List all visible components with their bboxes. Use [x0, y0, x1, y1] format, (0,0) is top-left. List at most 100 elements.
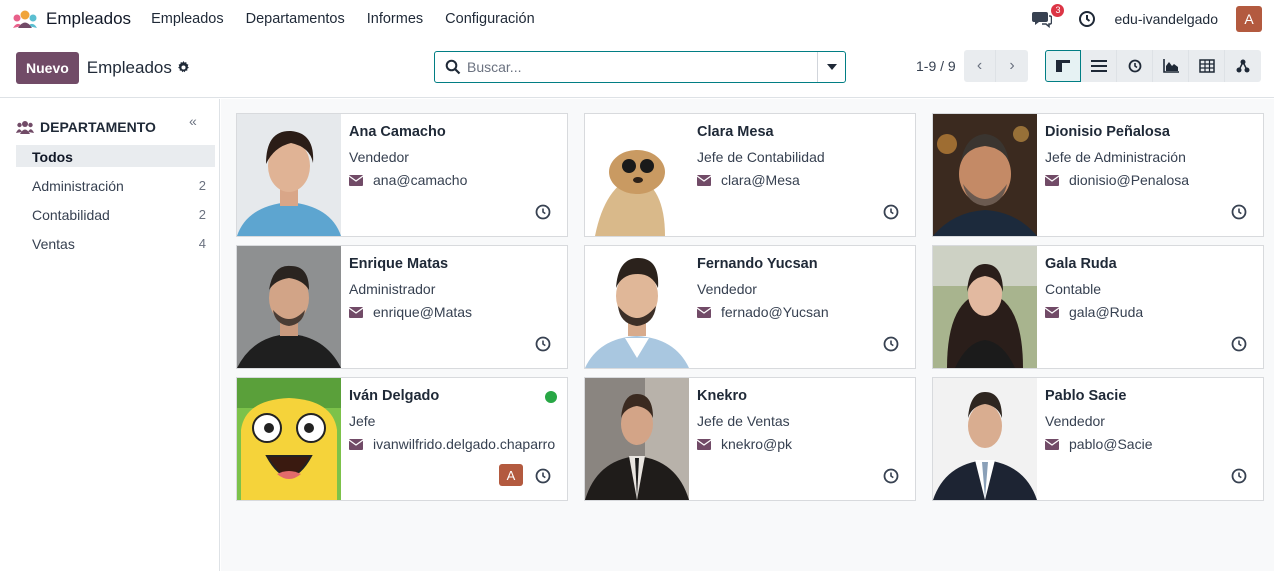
- employee-photo: [933, 378, 1037, 500]
- employee-card[interactable]: Gala Ruda Contable gala@Ruda: [932, 245, 1264, 369]
- employee-email[interactable]: enrique@Matas: [373, 304, 472, 320]
- employee-photo: [933, 246, 1037, 368]
- activity-view-button[interactable]: [1117, 50, 1153, 82]
- employee-job: Jefe de Administración: [1045, 149, 1186, 165]
- employee-card[interactable]: Iván Delgado Jefe ivanwilfrido.delgado.c…: [236, 377, 568, 501]
- activity-clock-icon[interactable]: [1231, 468, 1247, 484]
- employee-job: Vendedor: [1045, 413, 1105, 429]
- employee-email[interactable]: fernado@Yucsan: [721, 304, 829, 320]
- search-icon: [445, 59, 461, 75]
- activity-clock-icon[interactable]: [883, 468, 899, 484]
- sidebar-item-count: 2: [198, 207, 206, 222]
- page-title: Empleados: [86, 57, 172, 77]
- envelope-icon: [349, 306, 363, 318]
- sidebar-item-ventas[interactable]: Ventas 4: [16, 232, 214, 254]
- employee-photo: [237, 114, 341, 236]
- activity-clock-icon[interactable]: [1078, 10, 1096, 28]
- users-icon: [16, 121, 34, 134]
- employee-card[interactable]: Pablo Sacie Vendedor pablo@Sacie: [932, 377, 1264, 501]
- employee-email-row: fernado@Yucsan: [697, 304, 907, 320]
- employee-name: Clara Mesa: [697, 124, 774, 140]
- employee-card[interactable]: Enrique Matas Administrador enrique@Mata…: [236, 245, 568, 369]
- pager-value[interactable]: 1-9 / 9: [916, 58, 956, 74]
- app-title: Empleados: [46, 9, 132, 28]
- employee-card[interactable]: Fernando Yucsan Vendedor fernado@Yucsan: [584, 245, 916, 369]
- employee-email[interactable]: dionisio@Penalosa: [1069, 172, 1189, 188]
- menu-configuracion[interactable]: Configuración: [445, 11, 534, 27]
- employee-name: Ana Camacho: [349, 124, 446, 140]
- list-view-button[interactable]: [1081, 50, 1117, 82]
- sidebar-item-contabilidad[interactable]: Contabilidad 2: [16, 203, 214, 225]
- employee-card[interactable]: Clara Mesa Jefe de Contabilidad clara@Me…: [584, 113, 916, 237]
- employee-name: Gala Ruda: [1045, 256, 1117, 272]
- chevron-right-icon: ›: [1009, 57, 1015, 74]
- envelope-icon: [697, 174, 711, 186]
- employee-photo: [585, 378, 689, 500]
- employee-card[interactable]: Ana Camacho Vendedor ana@camacho: [236, 113, 568, 237]
- employee-name: Knekro: [697, 388, 747, 404]
- employee-photo: [933, 114, 1037, 236]
- clock-icon: [1128, 59, 1141, 73]
- gear-icon[interactable]: [177, 61, 190, 74]
- sidebar-item-label: Administración: [32, 178, 124, 194]
- sidebar-item-label: Contabilidad: [32, 207, 110, 223]
- employee-email[interactable]: clara@Mesa: [721, 172, 800, 188]
- activity-clock-icon[interactable]: [883, 204, 899, 220]
- employee-job: Administrador: [349, 281, 436, 297]
- employee-card[interactable]: Dionisio Peñalosa Jefe de Administración…: [932, 113, 1264, 237]
- activity-clock-icon[interactable]: [535, 336, 551, 352]
- kanban-view-button[interactable]: [1045, 50, 1081, 82]
- employee-email-row: ana@camacho: [349, 172, 559, 188]
- employee-job: Vendedor: [697, 281, 757, 297]
- envelope-icon: [1045, 174, 1059, 186]
- search-options-toggle[interactable]: [817, 52, 845, 82]
- table-icon: [1198, 59, 1215, 73]
- activity-clock-icon[interactable]: [535, 468, 551, 484]
- employee-email-row: gala@Ruda: [1045, 304, 1255, 320]
- employee-email-row: pablo@Sacie: [1045, 436, 1255, 452]
- employee-email-row: enrique@Matas: [349, 304, 559, 320]
- chat-icon: [1032, 12, 1053, 29]
- hierarchy-view-button[interactable]: [1225, 50, 1261, 82]
- menu-empleados[interactable]: Empleados: [151, 11, 224, 27]
- collapse-sidebar-button[interactable]: «: [189, 113, 197, 129]
- activity-clock-icon[interactable]: [1231, 204, 1247, 220]
- sidebar-item-label: Todos: [32, 149, 73, 165]
- pager-next-button[interactable]: ›: [996, 50, 1028, 82]
- pager-previous-button[interactable]: ‹: [964, 50, 996, 82]
- employee-name: Enrique Matas: [349, 256, 449, 272]
- sidebar-item-todos[interactable]: Todos: [16, 145, 215, 167]
- employee-email-row: ivanwilfrido.delgado.chaparro: [349, 436, 559, 452]
- activity-clock-icon[interactable]: [535, 204, 551, 220]
- employee-email[interactable]: knekro@pk: [721, 436, 792, 452]
- employee-email[interactable]: pablo@Sacie: [1069, 436, 1153, 452]
- graph-view-button[interactable]: [1153, 50, 1189, 82]
- employee-email[interactable]: ana@camacho: [373, 172, 467, 188]
- menu-departamentos[interactable]: Departamentos: [246, 11, 345, 27]
- envelope-icon: [1045, 306, 1059, 318]
- sidebar-heading: DEPARTAMENTO: [40, 119, 156, 135]
- envelope-icon: [697, 438, 711, 450]
- activity-clock-icon[interactable]: [1231, 336, 1247, 352]
- area-chart-icon: [1162, 59, 1179, 73]
- user-avatar[interactable]: A: [499, 464, 523, 486]
- employee-name: Fernando Yucsan: [697, 256, 818, 272]
- activity-clock-icon[interactable]: [883, 336, 899, 352]
- chat-button[interactable]: 3: [1032, 4, 1065, 29]
- user-name[interactable]: edu-ivandelgado: [1114, 11, 1218, 27]
- employee-email[interactable]: ivanwilfrido.delgado.chaparro: [373, 436, 555, 452]
- menu-informes[interactable]: Informes: [367, 11, 423, 27]
- employee-photo: [237, 246, 341, 368]
- envelope-icon: [349, 438, 363, 450]
- employee-email[interactable]: gala@Ruda: [1069, 304, 1143, 320]
- pivot-view-button[interactable]: [1189, 50, 1225, 82]
- navbar: Empleados Empleados Departamentos Inform…: [0, 0, 1274, 38]
- kanban-area: Ana Camacho Vendedor ana@camacho Clara M…: [221, 99, 1274, 571]
- app-brand[interactable]: Empleados: [12, 9, 131, 29]
- employee-name: Iván Delgado: [349, 388, 440, 404]
- search-input[interactable]: [461, 52, 817, 82]
- user-avatar[interactable]: A: [1236, 6, 1262, 32]
- sidebar-item-administracion[interactable]: Administración 2: [16, 174, 214, 196]
- employee-card[interactable]: Knekro Jefe de Ventas knekro@pk: [584, 377, 916, 501]
- new-button[interactable]: Nuevo: [16, 51, 79, 84]
